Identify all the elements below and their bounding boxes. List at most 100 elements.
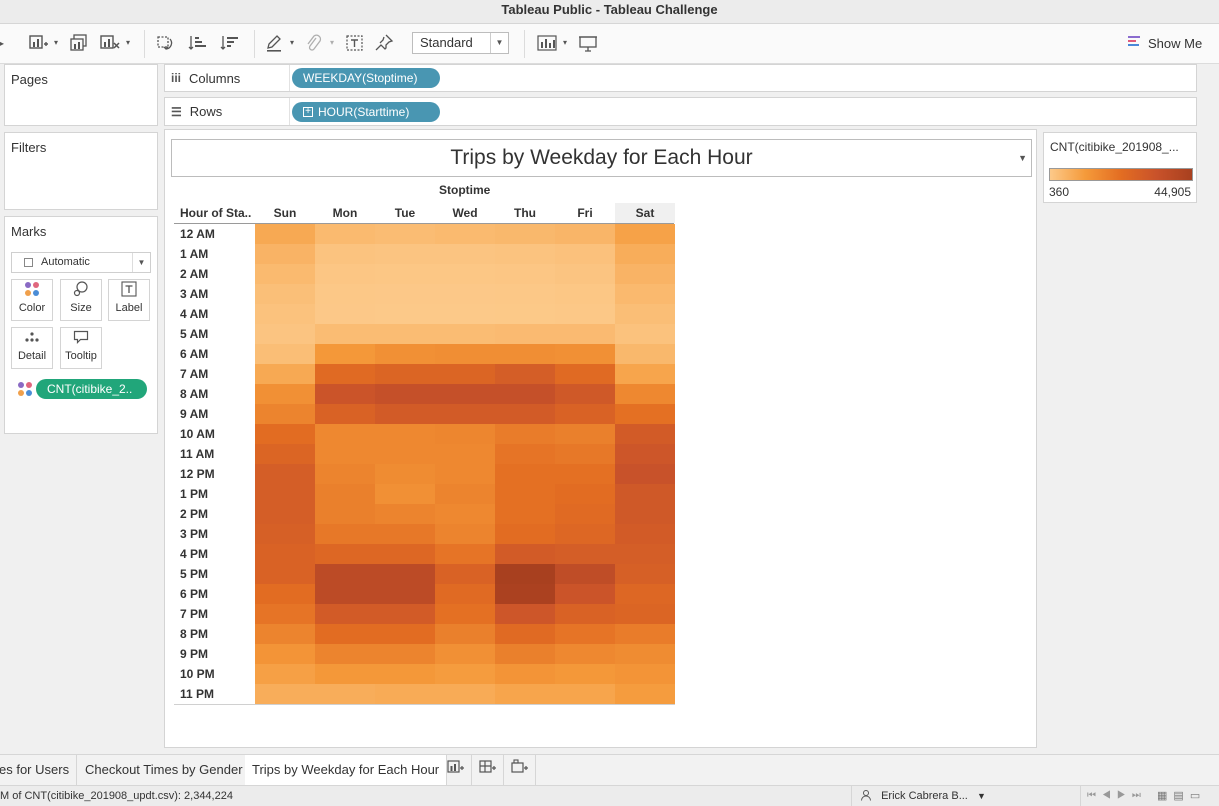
heatmap-cell[interactable]: [495, 384, 555, 404]
heatmap-cell[interactable]: [255, 464, 315, 484]
heatmap-cell[interactable]: [555, 584, 615, 604]
heatmap-cell[interactable]: [495, 604, 555, 624]
heatmap-cell[interactable]: [315, 324, 375, 344]
pin-icon[interactable]: [374, 34, 396, 54]
heatmap-cell[interactable]: [375, 644, 435, 664]
highlight-dropdown-icon[interactable]: ▾: [290, 38, 298, 48]
heatmap-cell[interactable]: [495, 484, 555, 504]
heatmap-cell[interactable]: [495, 524, 555, 544]
row-header-hour[interactable]: 5 PM: [180, 564, 254, 584]
next-sheet-icon[interactable]: ▶: [1117, 790, 1132, 801]
heatmap-cell[interactable]: [315, 604, 375, 624]
heatmap-cell[interactable]: [555, 644, 615, 664]
chevron-down-icon[interactable]: ▼: [1018, 140, 1027, 176]
heatmap-cell[interactable]: [375, 384, 435, 404]
heatmap-cell[interactable]: [315, 384, 375, 404]
row-header-hour[interactable]: 8 PM: [180, 624, 254, 644]
heatmap-cell[interactable]: [315, 544, 375, 564]
heatmap-cell[interactable]: [555, 424, 615, 444]
heatmap-cell[interactable]: [495, 244, 555, 264]
heatmap-cell[interactable]: [315, 524, 375, 544]
heatmap-cell[interactable]: [615, 404, 675, 424]
show-cards-icon[interactable]: [537, 34, 559, 54]
expand-plus-icon[interactable]: +: [303, 107, 313, 117]
heatmap-cell[interactable]: [555, 524, 615, 544]
heatmap-cell[interactable]: [555, 684, 615, 704]
column-header-sun[interactable]: Sun: [255, 203, 315, 223]
heatmap-cell[interactable]: [255, 504, 315, 524]
heatmap-cell[interactable]: [375, 584, 435, 604]
heatmap-cell[interactable]: [615, 224, 675, 244]
row-header-hour[interactable]: 10 AM: [180, 424, 254, 444]
heatmap-cell[interactable]: [615, 684, 675, 704]
heatmap-cell[interactable]: [255, 484, 315, 504]
row-header-hour[interactable]: 6 PM: [180, 584, 254, 604]
tab-checkout-times-by-gender[interactable]: Checkout Times by Gender: [78, 755, 251, 786]
heatmap-cell[interactable]: [555, 264, 615, 284]
first-sheet-icon[interactable]: ⏮: [1087, 790, 1102, 801]
heatmap-cell[interactable]: [375, 224, 435, 244]
heatmap-cell[interactable]: [615, 284, 675, 304]
heatmap-cell[interactable]: [615, 244, 675, 264]
heatmap-cell[interactable]: [495, 544, 555, 564]
row-header-hour[interactable]: 11 PM: [180, 684, 254, 704]
heatmap-cell[interactable]: [495, 324, 555, 344]
heatmap-cell[interactable]: [555, 304, 615, 324]
heatmap-cell[interactable]: [255, 644, 315, 664]
heatmap-cell[interactable]: [315, 404, 375, 424]
heatmap-cell[interactable]: [495, 624, 555, 644]
heatmap-cell[interactable]: [315, 284, 375, 304]
detail-button[interactable]: Detail: [11, 327, 53, 369]
heatmap-cell[interactable]: [615, 624, 675, 644]
heatmap-cell[interactable]: [255, 344, 315, 364]
heatmap-cell[interactable]: [375, 484, 435, 504]
heatmap-cell[interactable]: [555, 344, 615, 364]
heatmap-cell[interactable]: [435, 524, 495, 544]
pages-card[interactable]: Pages: [4, 64, 158, 126]
heatmap-cell[interactable]: [315, 304, 375, 324]
heatmap-cell[interactable]: [435, 444, 495, 464]
rows-shelf[interactable]: ☰ Rows + HOUR(Starttime): [164, 97, 1197, 126]
heatmap-cell[interactable]: [435, 684, 495, 704]
heatmap-cell[interactable]: [615, 584, 675, 604]
heatmap-cell[interactable]: [435, 304, 495, 324]
tooltip-button[interactable]: Tooltip: [60, 327, 102, 369]
heatmap-cell[interactable]: [435, 544, 495, 564]
show-cards-dropdown-icon[interactable]: ▾: [563, 38, 571, 48]
show-labels-icon[interactable]: [344, 34, 366, 54]
heatmap-cell[interactable]: [495, 364, 555, 384]
color-button[interactable]: Color: [11, 279, 53, 321]
row-header-hour[interactable]: 7 PM: [180, 604, 254, 624]
heatmap-cell[interactable]: [255, 444, 315, 464]
heatmap-cell[interactable]: [315, 664, 375, 684]
row-header-hour[interactable]: 9 PM: [180, 644, 254, 664]
heatmap-cell[interactable]: [555, 224, 615, 244]
heatmap-cell[interactable]: [255, 684, 315, 704]
heatmap-cell[interactable]: [435, 284, 495, 304]
sort-ascending-icon[interactable]: [187, 34, 209, 54]
heatmap-cell[interactable]: [315, 244, 375, 264]
heatmap-cell[interactable]: [555, 404, 615, 424]
heatmap-cell[interactable]: [255, 664, 315, 684]
heatmap-cell[interactable]: [255, 424, 315, 444]
group-dropdown-icon[interactable]: ▾: [330, 38, 338, 48]
heatmap-cell[interactable]: [255, 364, 315, 384]
heatmap-cell[interactable]: [555, 444, 615, 464]
heatmap-cell[interactable]: [315, 444, 375, 464]
tab-trips-by-weekday[interactable]: Trips by Weekday for Each Hour: [245, 755, 448, 786]
heatmap-cell[interactable]: [315, 344, 375, 364]
color-legend[interactable]: CNT(citibike_201908_... 360 44,905: [1043, 132, 1197, 203]
heatmap-cell[interactable]: [555, 384, 615, 404]
row-header-hour[interactable]: 12 PM: [180, 464, 254, 484]
heatmap-cell[interactable]: [315, 584, 375, 604]
heatmap-cell[interactable]: [555, 604, 615, 624]
heatmap-cell[interactable]: [375, 624, 435, 644]
heatmap-cell[interactable]: [375, 524, 435, 544]
heatmap-cell[interactable]: [495, 284, 555, 304]
heatmap-cell[interactable]: [495, 444, 555, 464]
row-header-hour[interactable]: 2 PM: [180, 504, 254, 524]
heatmap-cell[interactable]: [555, 624, 615, 644]
new-story-tab-icon[interactable]: [504, 755, 536, 786]
heatmap-cell[interactable]: [615, 544, 675, 564]
heatmap-cell[interactable]: [375, 304, 435, 324]
